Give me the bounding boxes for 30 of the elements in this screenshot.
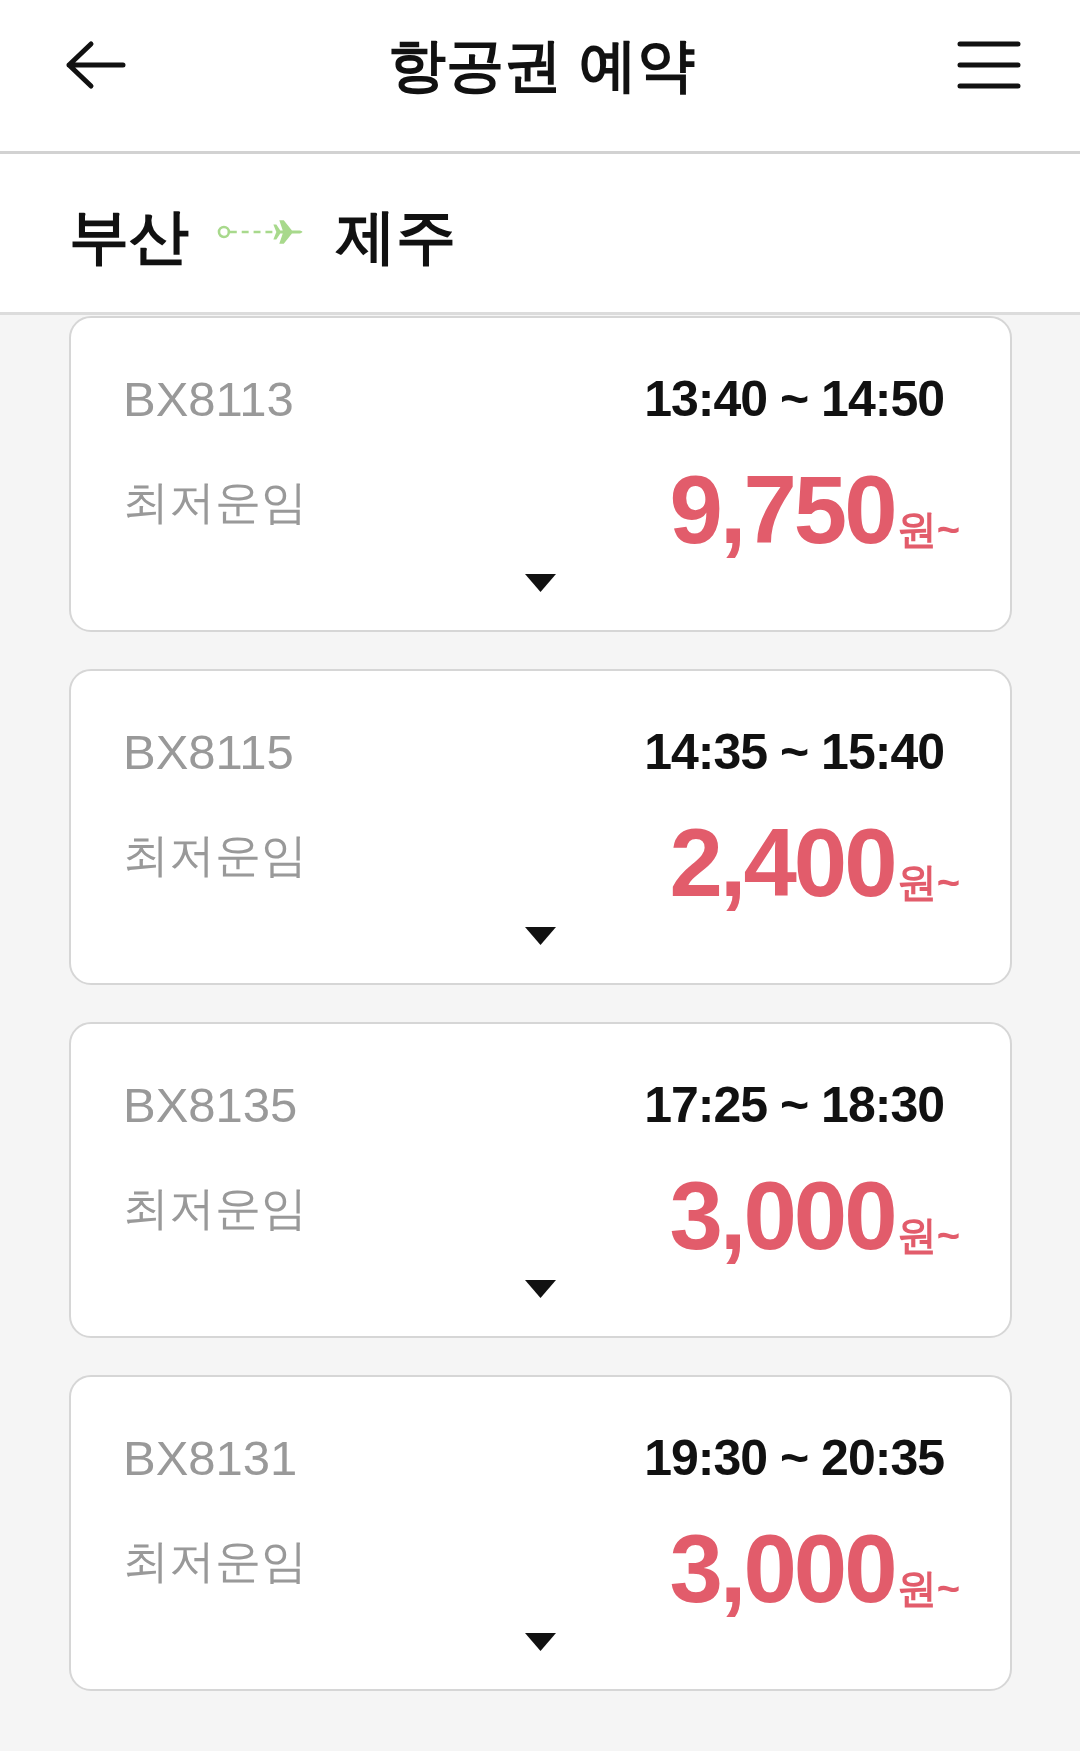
price-unit: 원~ (896, 506, 960, 553)
flight-card[interactable]: BX8115 14:35 ~ 15:40 최저운임 2,400원~ (69, 669, 1012, 985)
flight-card[interactable]: BX8113 13:40 ~ 14:50 최저운임 9,750원~ (69, 316, 1012, 632)
flight-card[interactable]: BX8135 17:25 ~ 18:30 최저운임 3,000원~ (69, 1022, 1012, 1338)
flight-number: BX8115 (123, 724, 294, 780)
price-unit: 원~ (896, 859, 960, 906)
fare-label: 최저운임 (123, 828, 307, 883)
caret-icon[interactable] (525, 1633, 556, 1651)
price-amount: 3,000 (669, 1519, 895, 1619)
price-amount: 2,400 (669, 813, 895, 913)
flight-time: 19:30 ~ 20:35 (644, 1430, 944, 1486)
origin-city: 부산 (69, 202, 189, 272)
price-amount: 3,000 (669, 1166, 895, 1266)
flight-number: BX8135 (123, 1077, 298, 1133)
flight-time: 14:35 ~ 15:40 (644, 724, 944, 780)
price-unit: 원~ (896, 1565, 960, 1612)
flight-time: 13:40 ~ 14:50 (644, 371, 944, 427)
flight-number: BX8113 (123, 371, 294, 427)
fare-label: 최저운임 (123, 1534, 307, 1589)
price-unit: 원~ (896, 1212, 960, 1259)
fare-label: 최저운임 (123, 475, 307, 530)
flight-card[interactable]: BX8131 19:30 ~ 20:35 최저운임 3,000원~ (69, 1375, 1012, 1691)
price-amount: 9,750 (669, 460, 895, 560)
caret-icon[interactable] (525, 927, 556, 945)
caret-icon[interactable] (525, 574, 556, 592)
flight-time: 17:25 ~ 18:30 (644, 1077, 944, 1133)
destination-city: 제주 (336, 202, 456, 272)
flight-number: BX8131 (123, 1430, 298, 1486)
fare-label: 최저운임 (123, 1181, 307, 1236)
caret-icon[interactable] (525, 1280, 556, 1298)
